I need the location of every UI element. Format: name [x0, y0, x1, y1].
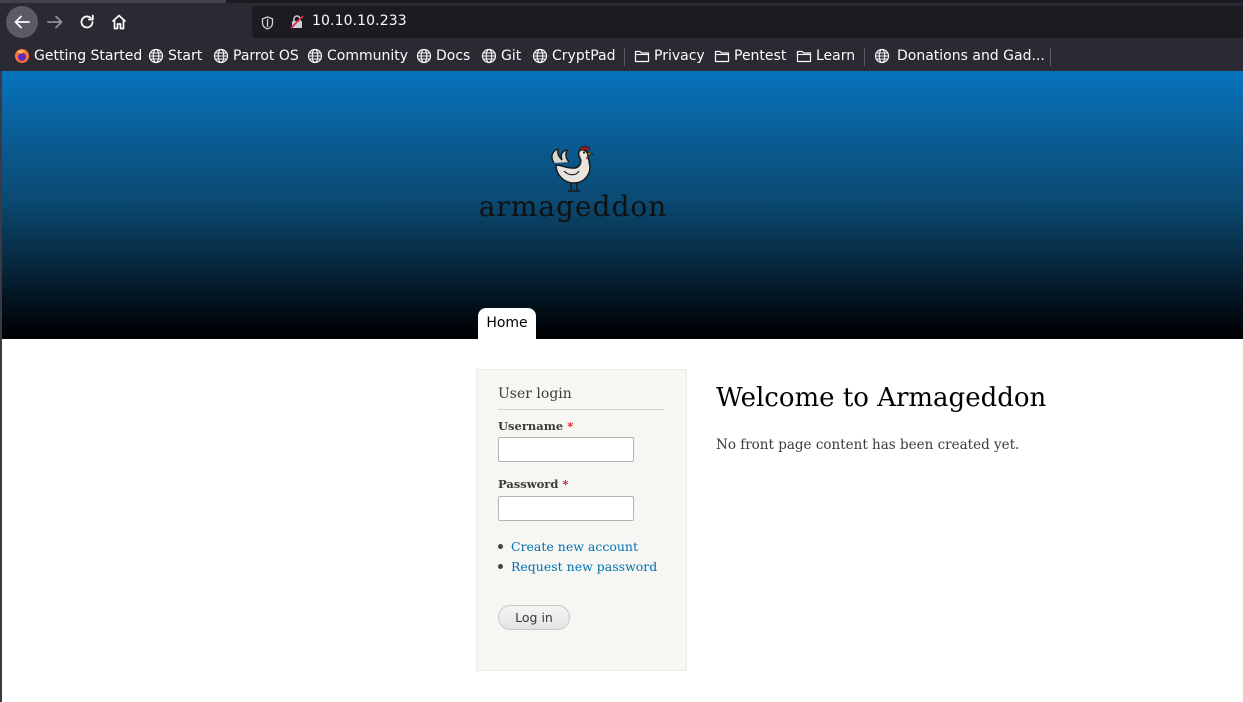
- site-header: armageddon Home: [2, 71, 1243, 339]
- browser-chrome: 10.10.10.233 Getting Started Start Parro…: [0, 0, 1243, 71]
- bookmark-label: Parrot OS: [233, 48, 299, 64]
- bookmark-community[interactable]: Community: [307, 43, 408, 69]
- username-label-text: Username: [498, 419, 564, 433]
- bookmark-label: Git: [501, 48, 522, 64]
- page-body-text: No front page content has been created y…: [716, 437, 1020, 453]
- reload-icon: [80, 14, 94, 29]
- globe-icon: [416, 48, 432, 64]
- tab-home[interactable]: Home: [478, 308, 536, 339]
- rooster-icon: [551, 145, 595, 192]
- bookmark-separator: [624, 48, 625, 66]
- bookmark-start[interactable]: Start: [148, 43, 202, 69]
- globe-icon: [532, 48, 548, 64]
- site-name[interactable]: armageddon: [478, 190, 668, 223]
- firefox-icon: [14, 48, 30, 64]
- password-label: Password *: [498, 477, 568, 491]
- bookmark-cryptpad[interactable]: CryptPad: [532, 43, 615, 69]
- bookmark-label: Learn: [816, 48, 856, 64]
- create-account-link[interactable]: Create new account: [511, 539, 638, 554]
- bullet: [498, 564, 503, 569]
- bookmark-getting-started[interactable]: Getting Started: [14, 43, 142, 69]
- folder-icon: [634, 48, 650, 64]
- username-label: Username *: [498, 419, 573, 433]
- bookmark-label: Privacy: [654, 48, 705, 64]
- bookmark-folder-privacy[interactable]: Privacy: [634, 43, 705, 69]
- home-icon: [111, 14, 127, 30]
- globe-icon: [307, 48, 323, 64]
- back-button[interactable]: [6, 6, 38, 38]
- login-title: User login: [498, 386, 572, 402]
- site-branding[interactable]: armageddon: [478, 143, 668, 233]
- tracking-shield-icon[interactable]: [261, 15, 274, 34]
- bookmark-label: Docs: [436, 48, 471, 64]
- web-page: armageddon Home User login Username * Pa…: [2, 71, 1243, 702]
- request-password-link[interactable]: Request new password: [511, 559, 657, 574]
- bookmark-separator: [864, 48, 865, 66]
- bookmark-docs[interactable]: Docs: [416, 43, 470, 69]
- divider: [498, 409, 665, 410]
- insecure-lock-icon[interactable]: [289, 14, 305, 34]
- url-text[interactable]: 10.10.10.233: [312, 13, 407, 29]
- page-title: Welcome to Armageddon: [716, 383, 1047, 413]
- required-mark: *: [567, 419, 574, 433]
- bookmark-separator: [1050, 48, 1051, 66]
- globe-icon: [481, 48, 497, 64]
- required-mark: *: [562, 477, 569, 491]
- bookmark-label: Donations and Gad...: [897, 48, 1045, 64]
- login-button[interactable]: Log in: [498, 605, 570, 630]
- forward-button[interactable]: [39, 6, 71, 38]
- bookmark-folder-pentest[interactable]: Pentest: [714, 43, 786, 69]
- bookmarks-toolbar: Getting Started Start Parrot OS Communit…: [0, 43, 1243, 71]
- bookmark-folder-learn[interactable]: Learn: [796, 43, 855, 69]
- active-tab-indicator: [0, 0, 226, 3]
- bookmark-label: Pentest: [734, 48, 787, 64]
- user-login-block: User login Username * Password * Create …: [476, 369, 687, 671]
- back-arrow-icon: [14, 15, 30, 29]
- bullet: [498, 544, 503, 549]
- reload-button[interactable]: [71, 6, 103, 38]
- bookmark-label: Getting Started: [34, 48, 143, 64]
- globe-icon: [148, 48, 164, 64]
- list-item: Create new account: [498, 539, 638, 554]
- username-field[interactable]: [498, 437, 634, 462]
- password-field[interactable]: [498, 496, 634, 521]
- bookmark-label: Community: [327, 48, 409, 64]
- globe-icon: [874, 48, 890, 64]
- folder-icon: [796, 48, 812, 64]
- bookmark-git[interactable]: Git: [481, 43, 521, 69]
- bookmark-parrot-os[interactable]: Parrot OS: [213, 43, 299, 69]
- bookmark-label: CryptPad: [552, 48, 616, 64]
- list-item: Request new password: [498, 559, 657, 574]
- folder-icon: [714, 48, 730, 64]
- bookmark-label: Start: [168, 48, 203, 64]
- password-label-text: Password: [498, 477, 559, 491]
- forward-arrow-icon: [47, 15, 63, 29]
- bookmark-donations[interactable]: Donations and Gad...: [874, 43, 1045, 69]
- globe-icon: [213, 48, 229, 64]
- home-button[interactable]: [103, 6, 135, 38]
- url-bar[interactable]: 10.10.10.233: [252, 6, 1243, 38]
